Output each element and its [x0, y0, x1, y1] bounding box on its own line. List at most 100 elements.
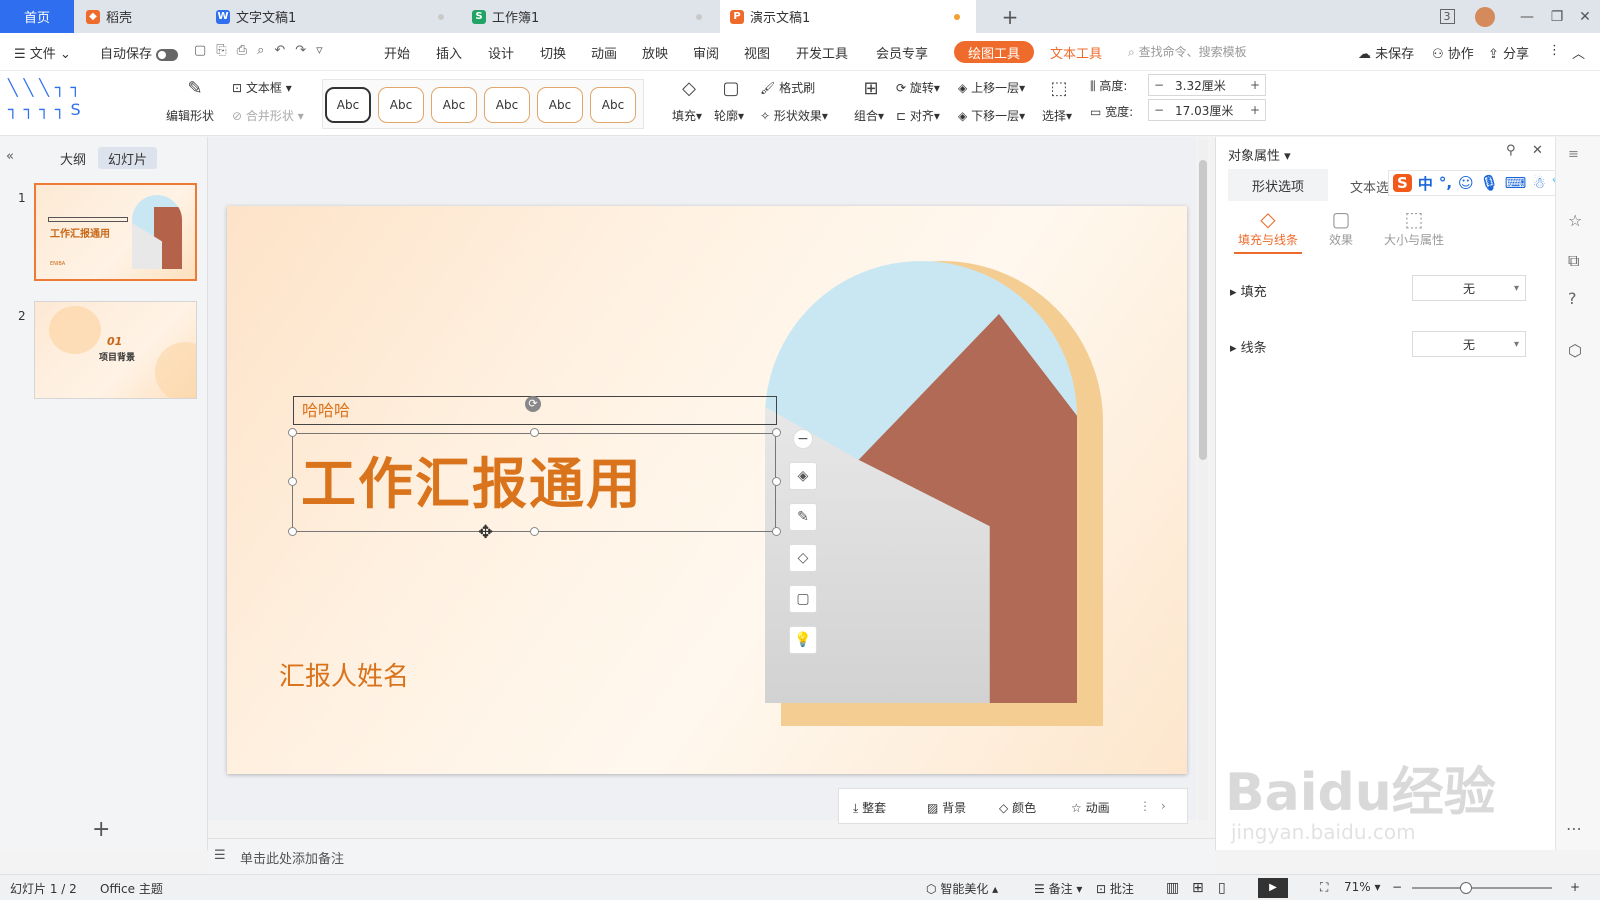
- menu-insert[interactable]: 插入: [436, 43, 462, 62]
- height-value[interactable]: 3.32厘米: [1169, 77, 1245, 94]
- sorter-view-icon[interactable]: ⊞: [1192, 880, 1204, 896]
- collapse-icon[interactable]: −: [793, 429, 813, 449]
- ime-language[interactable]: 中: [1418, 173, 1433, 194]
- resize-handle[interactable]: [288, 428, 297, 437]
- zoom-slider[interactable]: [1412, 882, 1552, 894]
- play-slideshow-button[interactable]: ▶: [1258, 878, 1288, 898]
- vertical-scrollbar[interactable]: [1198, 140, 1208, 820]
- keyboard-icon[interactable]: ⌨: [1505, 174, 1527, 192]
- tab-spreadsheet[interactable]: S 工作簿1: [462, 0, 718, 33]
- smart-beautify-button[interactable]: ⬡ 智能美化 ▴: [926, 880, 998, 897]
- animation-button[interactable]: ☆ 动画: [1071, 799, 1110, 816]
- tab-close-dot[interactable]: [438, 14, 444, 20]
- layers-icon[interactable]: ◈: [789, 462, 817, 490]
- resize-handle[interactable]: [288, 527, 297, 536]
- resize-handle[interactable]: [530, 527, 539, 536]
- align-button[interactable]: ⊏ 对齐▾: [896, 107, 940, 124]
- panel-title[interactable]: 对象属性 ▾: [1228, 145, 1291, 164]
- width-input[interactable]: − 17.03厘米 +: [1148, 99, 1266, 121]
- slide-title[interactable]: 工作汇报通用: [301, 439, 643, 519]
- subtab-size-props[interactable]: ⬚ 大小与属性: [1374, 207, 1454, 248]
- tab-writer-doc[interactable]: W 文字文稿1: [206, 0, 460, 33]
- increment-button[interactable]: +: [1245, 78, 1265, 92]
- user-icon[interactable]: ☃: [1532, 174, 1545, 192]
- scrollbar-thumb[interactable]: [1199, 160, 1207, 460]
- share-button[interactable]: ⇪ 分享: [1488, 43, 1529, 62]
- menu-member[interactable]: 会员专享: [876, 43, 928, 62]
- tab-slides[interactable]: 幻灯片: [98, 147, 158, 169]
- rotate-button[interactable]: ⟳ 旋转▾: [896, 79, 940, 96]
- star-icon[interactable]: ☆: [1568, 211, 1582, 230]
- reporter-name[interactable]: 汇报人姓名: [279, 656, 409, 693]
- group-button[interactable]: 组合▾: [854, 107, 884, 124]
- decrement-button[interactable]: −: [1149, 78, 1169, 92]
- more-icon[interactable]: ⋮: [1139, 799, 1151, 813]
- textbox-button[interactable]: ⊡ 文本框 ▾: [232, 79, 292, 96]
- tab-outline[interactable]: 大纲: [50, 147, 96, 169]
- style-sample[interactable]: Abc: [537, 87, 583, 123]
- emoji-icon[interactable]: ☺: [1458, 174, 1474, 192]
- resize-handle[interactable]: [288, 477, 297, 486]
- resize-handle[interactable]: [772, 527, 781, 536]
- text-tools-tab[interactable]: 文本工具: [1050, 43, 1102, 62]
- close-panel-icon[interactable]: ✕: [1532, 143, 1543, 158]
- outline-icon[interactable]: ▢: [789, 585, 817, 613]
- zoom-out-button[interactable]: −: [1392, 880, 1402, 894]
- chevron-right-icon[interactable]: ›: [1161, 799, 1166, 813]
- notes-placeholder[interactable]: 单击此处添加备注: [240, 848, 344, 867]
- add-slide-button[interactable]: +: [92, 817, 110, 842]
- decrement-button[interactable]: −: [1149, 103, 1169, 117]
- menu-slideshow[interactable]: 放映: [642, 43, 668, 62]
- minimize-button[interactable]: —: [1512, 0, 1542, 33]
- file-menu[interactable]: ☰ 文件 ⌄: [14, 43, 71, 62]
- slide-thumbnail-1[interactable]: 工作汇报通用 ENIBA: [34, 183, 197, 281]
- select-button[interactable]: 选择▾: [1042, 107, 1072, 124]
- fill-section[interactable]: ▸ 填充: [1230, 281, 1267, 300]
- slides-icon[interactable]: ⧉: [1568, 251, 1579, 271]
- slide-thumbnail-2[interactable]: 01 项目背景: [34, 301, 197, 399]
- title-textbox[interactable]: 工作汇报通用: [292, 433, 776, 532]
- edit-shape-button[interactable]: 编辑形状: [166, 107, 214, 124]
- resize-handle[interactable]: [530, 428, 539, 437]
- zoom-slider-thumb[interactable]: [1460, 882, 1472, 894]
- tab-home[interactable]: 首页: [0, 0, 74, 33]
- merge-shape-button[interactable]: ⊘ 合并形状 ▾: [232, 107, 304, 124]
- menu-transition[interactable]: 切换: [540, 43, 566, 62]
- tab-shape-options[interactable]: 形状选项: [1228, 169, 1328, 201]
- drawing-tools-tab[interactable]: 绘图工具: [954, 41, 1035, 63]
- bring-forward-button[interactable]: ◈ 上移一层▾: [958, 79, 1025, 96]
- background-button[interactable]: ▨ 背景: [927, 799, 966, 816]
- fill-dropdown[interactable]: 无: [1412, 275, 1526, 301]
- fill-bucket-icon[interactable]: ◇: [789, 544, 817, 572]
- lightbulb-icon[interactable]: 💡: [789, 626, 817, 654]
- quick-access-icons[interactable]: ▢⎘⎙⌕↶↷▿: [194, 43, 333, 58]
- panel-toggle-icon[interactable]: ≡: [1568, 147, 1579, 162]
- style-sample[interactable]: Abc: [431, 87, 477, 123]
- template-set-button[interactable]: ⤓ 整套: [853, 799, 886, 816]
- mic-icon[interactable]: 🎙: [1480, 174, 1499, 192]
- pen-icon[interactable]: ✎: [789, 503, 817, 531]
- ime-punct[interactable]: °,: [1439, 174, 1452, 192]
- style-sample[interactable]: Abc: [590, 87, 636, 123]
- autosave-toggle[interactable]: 自动保存: [100, 43, 179, 62]
- comments-button[interactable]: ⊡ 批注: [1096, 880, 1134, 897]
- tab-daoke[interactable]: ◆ 稻壳: [76, 0, 204, 33]
- window-count-button[interactable]: 3: [1432, 0, 1462, 33]
- increment-button[interactable]: +: [1245, 103, 1265, 117]
- pin-icon[interactable]: ⚲: [1506, 143, 1516, 158]
- collapse-panel-icon[interactable]: «: [6, 149, 14, 164]
- line-section[interactable]: ▸ 线条: [1230, 337, 1267, 356]
- menu-home[interactable]: 开始: [384, 43, 410, 62]
- theme-name[interactable]: Office 主题: [100, 880, 163, 897]
- height-input[interactable]: − 3.32厘米 +: [1148, 74, 1266, 96]
- fit-window-icon[interactable]: ⛶: [1320, 880, 1328, 895]
- more-menu-icon[interactable]: ⋮: [1548, 43, 1561, 58]
- collapse-ribbon-icon[interactable]: ︿: [1572, 43, 1585, 62]
- more-options-icon[interactable]: ⋯: [1566, 819, 1582, 838]
- outline-button[interactable]: 轮廓▾: [714, 107, 744, 124]
- format-painter-button[interactable]: 🖌 格式刷: [760, 79, 815, 96]
- rotate-handle-icon[interactable]: ⟳: [525, 396, 541, 412]
- menu-view[interactable]: 视图: [744, 43, 770, 62]
- resize-handle[interactable]: [772, 428, 781, 437]
- command-search[interactable]: ⌕ 查找命令、搜索模板: [1128, 43, 1247, 60]
